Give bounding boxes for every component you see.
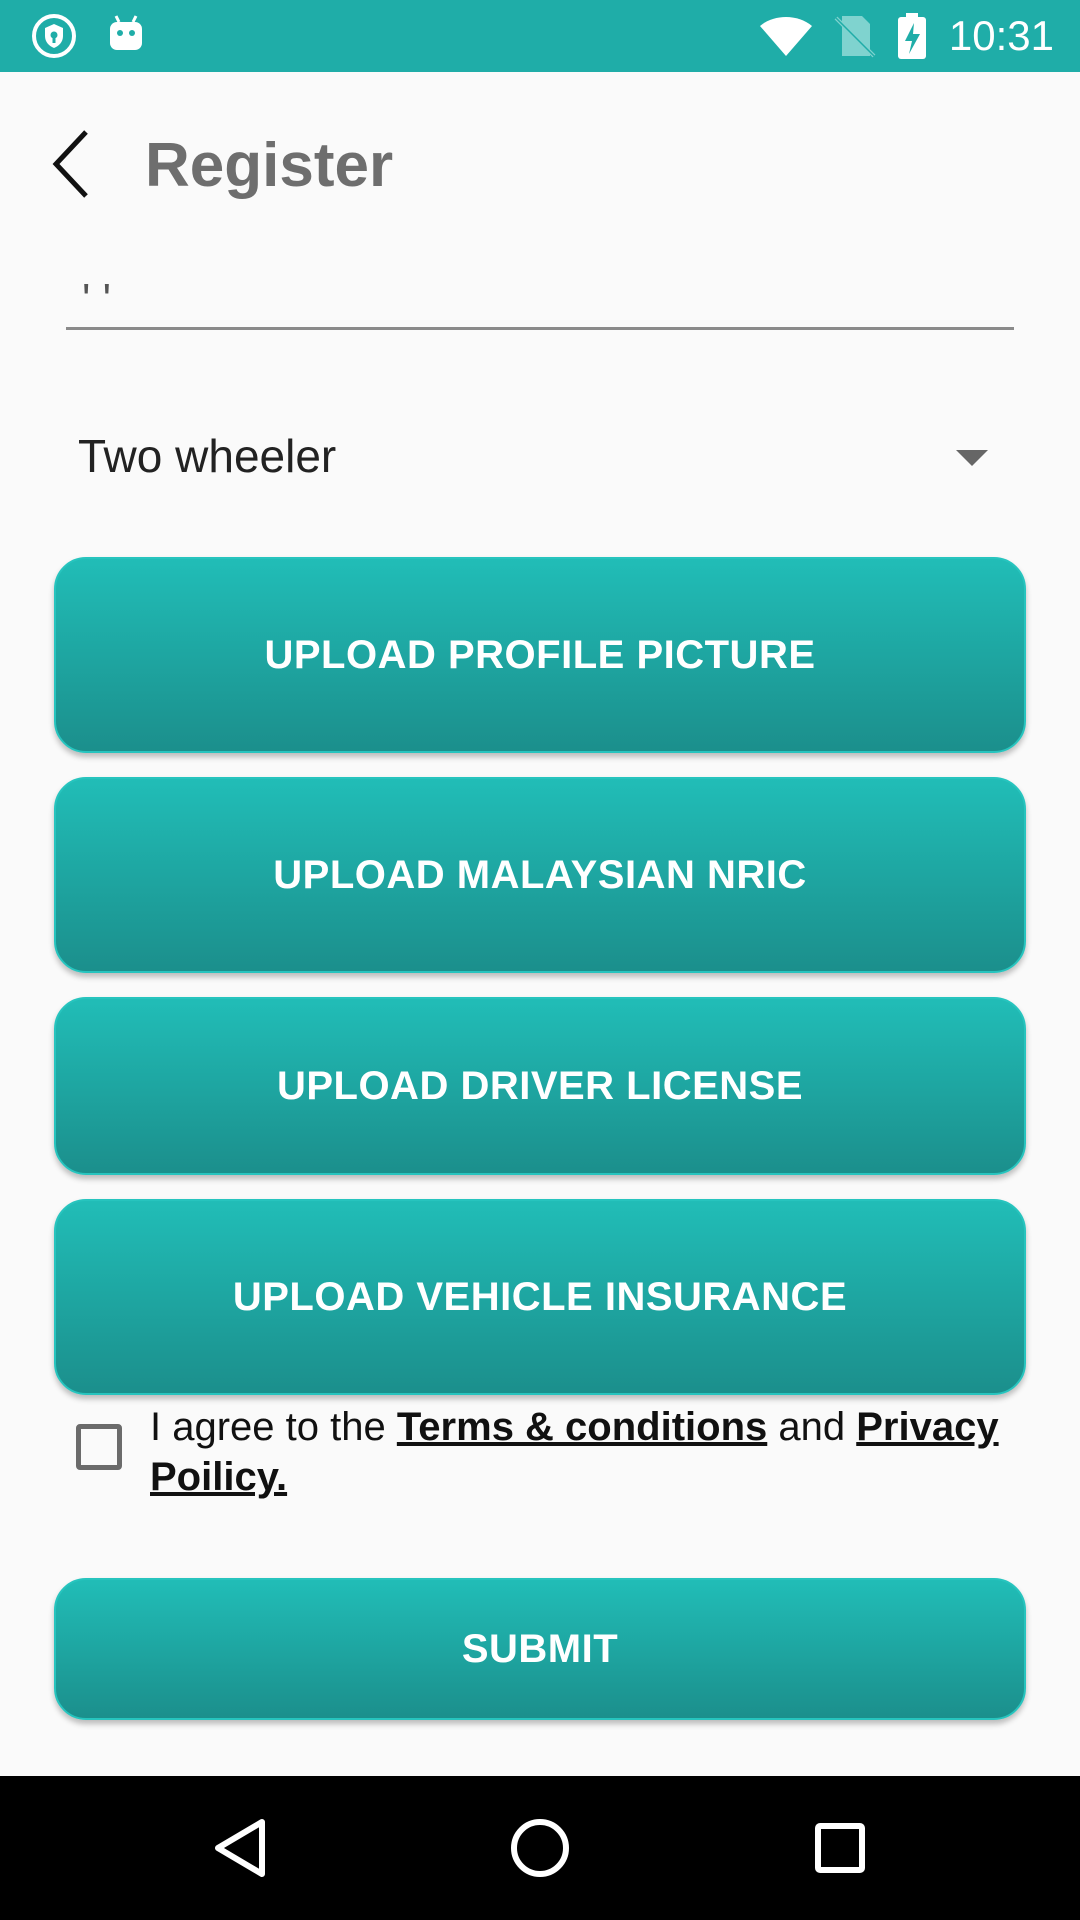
navigation-bar xyxy=(0,1776,1080,1920)
status-time: 10:31 xyxy=(948,12,1054,59)
page-title: Register xyxy=(145,131,394,200)
terms-row: I agree to the Terms & conditions and Pr… xyxy=(72,1402,1012,1512)
upload-vehicle-insurance-button[interactable]: UPLOAD VEHICLE INSURANCE xyxy=(54,1199,1026,1395)
vehicle-type-value: Two wheeler xyxy=(78,430,337,482)
text-field[interactable] xyxy=(66,272,1014,330)
submit-button[interactable]: SUBMIT xyxy=(54,1578,1026,1720)
chevron-left-icon[interactable] xyxy=(44,124,104,204)
upload-nric-label: UPLOAD MALAYSIAN NRIC xyxy=(273,852,807,897)
upload-profile-picture-button[interactable]: UPLOAD PROFILE PICTURE xyxy=(54,557,1026,753)
wifi-icon xyxy=(760,17,812,56)
upload-driver-license-label: UPLOAD DRIVER LICENSE xyxy=(276,1063,804,1108)
submit-label: SUBMIT xyxy=(461,1626,619,1671)
vehicle-type-dropdown[interactable]: Two wheeler xyxy=(54,410,1014,502)
toolbar: Register xyxy=(0,72,1080,258)
terms-middle: and xyxy=(767,1405,857,1449)
shield-notification-icon xyxy=(32,14,76,58)
recents-square-icon[interactable] xyxy=(808,1816,872,1880)
dropdown-arrow-icon xyxy=(956,450,988,466)
status-bar: 10:31 xyxy=(0,0,1080,72)
upload-vehicle-insurance-label: UPLOAD VEHICLE INSURANCE xyxy=(232,1274,848,1319)
battery-charging-icon xyxy=(898,13,926,59)
upload-driver-license-button[interactable]: UPLOAD DRIVER LICENSE xyxy=(54,997,1026,1175)
back-triangle-icon[interactable] xyxy=(210,1816,274,1880)
home-circle-icon[interactable] xyxy=(508,1816,572,1880)
terms-conditions-link[interactable]: Terms & conditions xyxy=(397,1405,767,1449)
upload-profile-picture-label: UPLOAD PROFILE PICTURE xyxy=(264,632,816,677)
no-sim-icon xyxy=(834,16,876,58)
terms-checkbox[interactable] xyxy=(76,1424,122,1470)
terms-text: I agree to the Terms & conditions and Pr… xyxy=(150,1402,1020,1502)
upload-nric-button[interactable]: UPLOAD MALAYSIAN NRIC xyxy=(54,777,1026,973)
terms-prefix: I agree to the xyxy=(150,1405,397,1449)
android-notification-icon xyxy=(110,15,142,50)
